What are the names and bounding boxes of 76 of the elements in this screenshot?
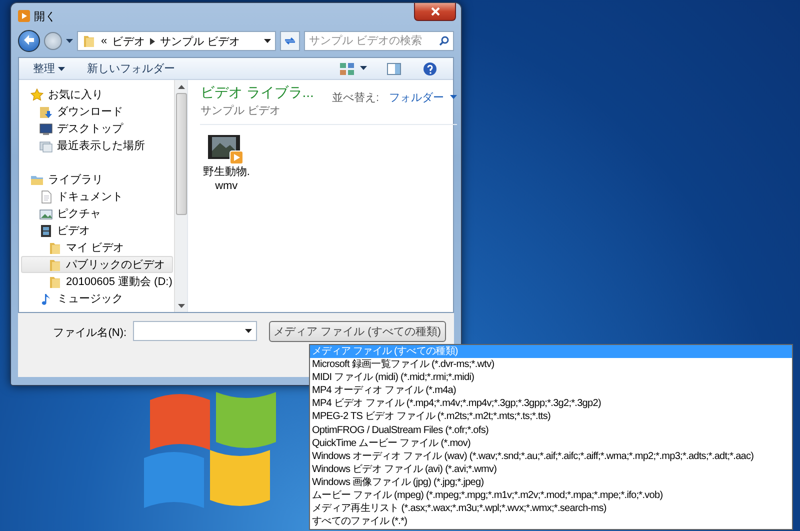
nav-item[interactable]: ドキュメント xyxy=(21,188,174,205)
nav-item[interactable]: ビデオ xyxy=(21,222,174,239)
organize-button[interactable]: 整理 xyxy=(25,59,74,78)
caret-icon[interactable] xyxy=(360,66,367,71)
video-thumbnail-icon[interactable] xyxy=(208,133,244,165)
monitor-icon xyxy=(39,122,53,136)
breadcrumb-item[interactable]: サンプル ビデオ xyxy=(160,34,240,48)
nav-item[interactable]: ミュージック xyxy=(21,290,174,307)
filename-field[interactable] xyxy=(132,321,257,341)
down-arrow-icon[interactable] xyxy=(178,304,185,308)
scrollbar[interactable] xyxy=(174,80,188,312)
nav-item[interactable]: 最近表示した場所 xyxy=(21,137,174,154)
nav-item[interactable]: デスクトップ xyxy=(21,120,174,137)
nav-item[interactable]: ピクチャ xyxy=(21,205,174,222)
file-type-option[interactable]: Windows ビデオ ファイル (avi) (*.avi;*.wmv) xyxy=(310,462,792,476)
file-type-option[interactable]: MP4 オーディオ ファイル (*.m4a) xyxy=(310,384,792,398)
filename-label: ファイル名(N): xyxy=(53,326,127,340)
refresh-arrows-icon xyxy=(284,36,296,46)
address-bar[interactable]: « ビデオ サンプル ビデオ xyxy=(77,31,276,51)
file-type-option[interactable]: OptimFROG / DualStream Files (*.ofr;*.ofs) xyxy=(310,424,792,437)
recent-places-icon xyxy=(39,138,53,152)
sort-dropdown[interactable]: フォルダー xyxy=(389,90,458,105)
dropdown-caret-icon[interactable] xyxy=(264,38,271,44)
folder-icon xyxy=(82,34,96,48)
document-icon xyxy=(39,190,53,204)
close-icon xyxy=(430,7,440,16)
library-title: ビデオ ライブラ... xyxy=(200,84,314,102)
folder-download-icon xyxy=(39,104,53,118)
caret-icon xyxy=(58,67,66,72)
folder-icon xyxy=(48,274,62,288)
window-title: 開く xyxy=(34,10,56,24)
caret-icon[interactable] xyxy=(66,38,73,44)
breadcrumb-item[interactable]: ビデオ xyxy=(112,34,146,48)
nav-item[interactable]: パブリックのビデオ xyxy=(21,256,174,273)
library-subtitle: サンプル ビデオ xyxy=(200,104,282,118)
nav-item[interactable]: マイ ビデオ xyxy=(21,239,174,256)
file-type-dropdown[interactable]: メディア ファイル (すべての種類) xyxy=(268,321,446,342)
dropdown-caret-icon xyxy=(244,328,252,334)
picture-icon xyxy=(39,206,53,220)
new-folder-button[interactable]: 新しいフォルダー xyxy=(79,59,184,78)
sort-label: 並べ替え: xyxy=(332,91,380,105)
file-type-option[interactable]: MPEG-2 TS ビデオ ファイル (*.m2ts;*.m2t;*.mts;*.ts;*.tts) xyxy=(310,410,792,424)
forward-button[interactable] xyxy=(44,32,62,50)
up-arrow-icon[interactable] xyxy=(178,85,185,89)
folder-icon xyxy=(48,240,62,254)
preview-pane-icon[interactable] xyxy=(387,62,401,74)
file-name[interactable]: 野生動物.wmv xyxy=(200,165,252,193)
caret-icon xyxy=(450,95,458,100)
view-grid-icon[interactable] xyxy=(340,62,354,74)
search-icon xyxy=(439,36,449,46)
help-icon[interactable] xyxy=(423,62,437,76)
film-icon xyxy=(39,224,53,238)
nav-item[interactable]: お気に入り xyxy=(21,86,174,103)
app-icon xyxy=(18,10,30,22)
close-button[interactable] xyxy=(414,3,456,21)
search-field[interactable]: サンプル ビデオの検索 xyxy=(304,31,454,51)
file-type-option[interactable]: Microsoft 録画一覧ファイル (*.dvr-ms;*.wtv) xyxy=(310,358,792,372)
file-type-option[interactable]: ムービー ファイル (mpeg) (*.mpeg;*.mpg;*.m1v;*.m2v;*.mod;*.mpa;*.mpe;*.ifo;*.vob) xyxy=(310,489,792,502)
overflow-chevron[interactable]: « xyxy=(101,35,108,47)
file-type-option[interactable]: メディア再生リスト (*.asx;*.wax;*.m3u;*.wpl;*.wvx;*.wmx;*.search-ms) xyxy=(310,502,792,516)
file-type-option[interactable]: MIDI ファイル (midi) (*.mid;*.rmi;*.midi) xyxy=(310,371,792,384)
file-type-option[interactable]: QuickTime ムービー ファイル (*.mov) xyxy=(310,436,792,450)
breadcrumb-arrow-icon[interactable] xyxy=(150,38,156,44)
nav-item[interactable]: 20100605 運動会 (D:) xyxy=(21,273,174,290)
file-type-option[interactable]: MP4 ビデオ ファイル (*.mp4;*.m4v;*.mp4v;*.3gp;*.3gpp;*.3g2;*.3gp2) xyxy=(310,397,792,410)
file-type-option[interactable]: Windows オーディオ ファイル (wav) (*.wav;*.snd;*.au;*.aif;*.aifc;*.aiff;*.wma;*.mp2;*.mp3;*.adts;*.adt;*.aac) xyxy=(310,450,792,463)
left-arrow-icon xyxy=(23,34,35,46)
back-button[interactable] xyxy=(18,30,40,52)
file-type-option[interactable]: すべてのファイル (*.*) xyxy=(310,515,792,528)
file-type-option[interactable]: Windows 画像ファイル (jpg) (*.jpg;*.jpeg) xyxy=(310,476,792,490)
refresh-button[interactable] xyxy=(280,31,300,51)
star-icon xyxy=(30,88,44,102)
scrollbar-thumb[interactable] xyxy=(176,93,187,215)
nav-item[interactable]: ダウンロード xyxy=(21,103,174,120)
nav-item[interactable]: ライブラリ xyxy=(21,171,174,188)
folder-icon xyxy=(48,258,62,272)
